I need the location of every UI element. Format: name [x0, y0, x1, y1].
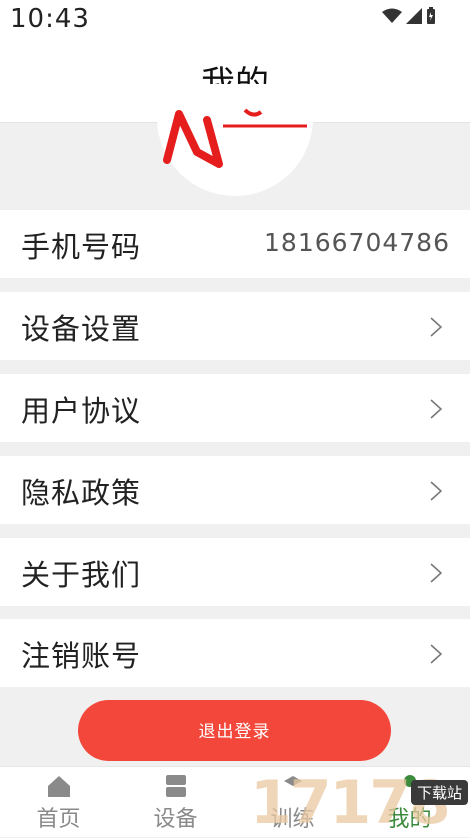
avatar[interactable] [157, 84, 313, 196]
tab-label: 首页 [36, 807, 81, 832]
wifi-icon [382, 8, 402, 23]
chevron-right-icon [430, 481, 442, 501]
signal-icon [406, 8, 422, 24]
row-label: 用户协议 [21, 394, 142, 428]
tab-device[interactable]: 设备 [117, 767, 234, 837]
tab-label: 设备 [153, 807, 198, 832]
status-icons [382, 7, 436, 25]
phone-number-value: 18166704786 [264, 228, 450, 257]
device-icon [166, 775, 186, 797]
battery-icon [427, 7, 435, 24]
row-device-settings[interactable]: 设备设置 [0, 292, 470, 360]
row-about-us[interactable]: 关于我们 [0, 538, 470, 606]
watermark-badge: 下载站 [410, 780, 468, 805]
chevron-right-icon [430, 563, 442, 583]
avatar-image [157, 84, 313, 196]
watermark: 17178 下载站 [250, 768, 470, 838]
row-user-agreement[interactable]: 用户协议 [0, 374, 470, 442]
logout-button[interactable]: 退出登录 [78, 700, 391, 761]
row-privacy-policy[interactable]: 隐私政策 [0, 456, 470, 524]
status-bar: 10:43 [0, 0, 470, 40]
chevron-right-icon [430, 644, 442, 664]
row-delete-account[interactable]: 注销账号 [0, 619, 470, 687]
row-label: 关于我们 [21, 558, 142, 592]
status-time: 10:43 [10, 4, 90, 34]
row-label: 手机号码 [21, 230, 142, 264]
row-phone-number: 手机号码 18166704786 [0, 210, 470, 278]
chevron-right-icon [430, 399, 442, 419]
home-icon [48, 776, 70, 797]
avatar-drawing [163, 108, 307, 168]
row-label: 设备设置 [21, 312, 142, 346]
row-label: 注销账号 [21, 639, 142, 673]
row-label: 隐私政策 [21, 476, 142, 510]
chevron-right-icon [430, 317, 442, 337]
tab-home[interactable]: 首页 [0, 767, 117, 837]
